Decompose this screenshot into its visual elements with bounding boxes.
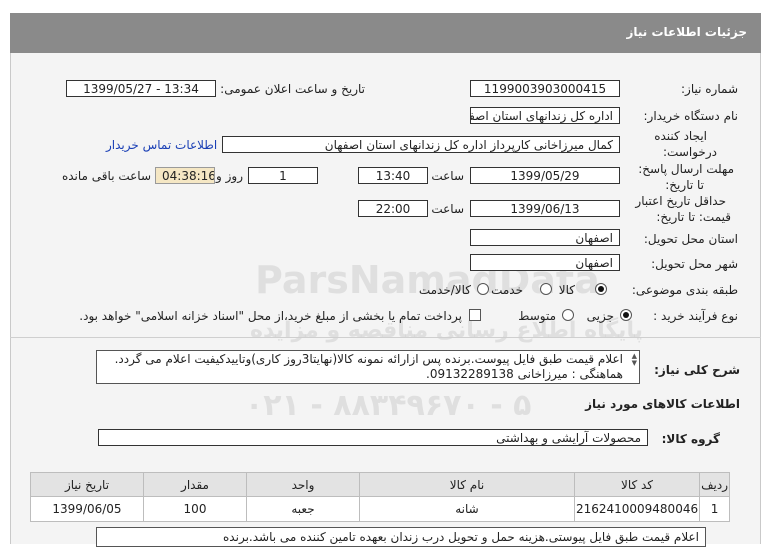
- treasury-payment-note: پرداخت تمام یا بخشی از مبلغ خرید،از محل …: [79, 309, 462, 323]
- remaining-time-field: 04:38:16: [155, 167, 215, 184]
- deadline-label-1: مهلت ارسال پاسخ:: [638, 162, 734, 176]
- deadline-time-field: 13:40: [358, 167, 428, 184]
- days-label: روز و: [216, 169, 243, 183]
- divider: [10, 337, 761, 338]
- cell-code: 2162410009480046: [573, 496, 701, 522]
- col-qty: مقدار: [143, 472, 247, 497]
- category-option-goods-service: کالا/خدمت: [418, 283, 471, 297]
- description-line-2: هماهنگی : میرزاخانی 09132289138.: [425, 367, 623, 381]
- cell-unit: جعبه: [246, 496, 360, 522]
- province-field: اصفهان: [470, 229, 620, 246]
- col-code: کد کالا: [573, 472, 701, 497]
- category-radio-goods-service[interactable]: [477, 283, 489, 295]
- cell-row: 1: [699, 496, 730, 522]
- description-line-1: اعلام قیمت طبق فایل پیوست.برنده پس ازارا…: [114, 352, 623, 366]
- goods-table-header: ردیف کد کالا نام کالا واحد مقدار تاریخ ن…: [30, 472, 730, 497]
- description-label: شرح کلی نیاز:: [654, 363, 740, 377]
- category-radio-goods[interactable]: [595, 283, 607, 295]
- goods-group-label: گروه کالا:: [661, 432, 720, 446]
- goods-group-field: محصولات آرایشی و بهداشتی: [98, 429, 648, 446]
- validity-date-field: 1399/06/13: [470, 200, 620, 217]
- creator-label-2: درخواست:: [663, 145, 717, 159]
- need-number-field: 1199003903000415: [470, 80, 620, 97]
- scroll-arrows-icon[interactable]: ▲ ▼: [632, 353, 637, 367]
- treasury-payment-checkbox[interactable]: [469, 309, 481, 321]
- col-unit: واحد: [246, 472, 360, 497]
- table-row: 1 2162410009480046 شانه جعبه 100 1399/06…: [30, 496, 730, 522]
- category-option-service: خدمت: [491, 283, 523, 297]
- validity-time-field: 22:00: [358, 200, 428, 217]
- cell-date: 1399/06/05: [30, 496, 144, 522]
- goods-section-title: اطلاعات کالاهای مورد نیاز: [585, 397, 740, 411]
- deadline-time-label: ساعت: [431, 169, 464, 183]
- buyer-field: اداره کل زندانهای استان اصفهان: [470, 107, 620, 124]
- category-option-goods: کالا: [558, 283, 575, 297]
- process-radio-minor[interactable]: [620, 309, 632, 321]
- col-date: تاریخ نیاز: [30, 472, 144, 497]
- buyer-contact-link[interactable]: اطلاعات تماس خریدار: [106, 138, 217, 152]
- validity-time-label: ساعت: [431, 202, 464, 216]
- remaining-days-field: 1: [248, 167, 318, 184]
- buyer-notes-box: اعلام قیمت طبق فایل پیوستی.هزینه حمل و ت…: [96, 527, 706, 547]
- announce-date-field: 1399/05/27 - 13:34: [66, 80, 216, 97]
- buyer-label: نام دستگاه خریدار:: [643, 109, 739, 123]
- panel-title: جزئیات اطلاعات نیاز: [626, 25, 747, 39]
- city-field: اصفهان: [470, 254, 620, 271]
- cell-name: شانه: [359, 496, 575, 522]
- deadline-label-2: تا تاریخ:: [665, 178, 704, 192]
- deadline-date-field: 1399/05/29: [470, 167, 620, 184]
- process-label: نوع فرآیند خرید :: [653, 309, 738, 323]
- creator-field: کمال میرزاخانی کارپرداز اداره کل زندانها…: [222, 136, 620, 153]
- cell-qty: 100: [143, 496, 247, 522]
- goods-table: ردیف کد کالا نام کالا واحد مقدار تاریخ ن…: [30, 472, 730, 522]
- validity-label-1: حداقل تاریخ اعتبار: [635, 194, 726, 208]
- validity-label-2: قیمت: تا تاریخ:: [656, 210, 731, 224]
- remaining-time-label: ساعت باقی مانده: [61, 169, 151, 183]
- need-number-label: شماره نیاز:: [681, 82, 738, 96]
- province-label: استان محل تحویل:: [643, 232, 738, 246]
- process-radio-medium[interactable]: [562, 309, 574, 321]
- process-option-minor: جزیی: [586, 309, 614, 323]
- process-option-medium: متوسط: [518, 309, 556, 323]
- panel-header: جزئیات اطلاعات نیاز: [10, 13, 761, 53]
- description-box: ▲ ▼ اعلام قیمت طبق فایل پیوست.برنده پس از…: [96, 350, 640, 384]
- city-label: شهر محل تحویل:: [651, 257, 738, 271]
- category-radio-service[interactable]: [540, 283, 552, 295]
- announce-date-label: تاریخ و ساعت اعلان عمومی:: [220, 82, 365, 96]
- col-name: نام کالا: [359, 472, 575, 497]
- category-label: طبقه بندی موضوعی:: [631, 283, 738, 297]
- col-row: ردیف: [699, 472, 730, 497]
- creator-label-1: ایجاد کننده: [654, 129, 707, 143]
